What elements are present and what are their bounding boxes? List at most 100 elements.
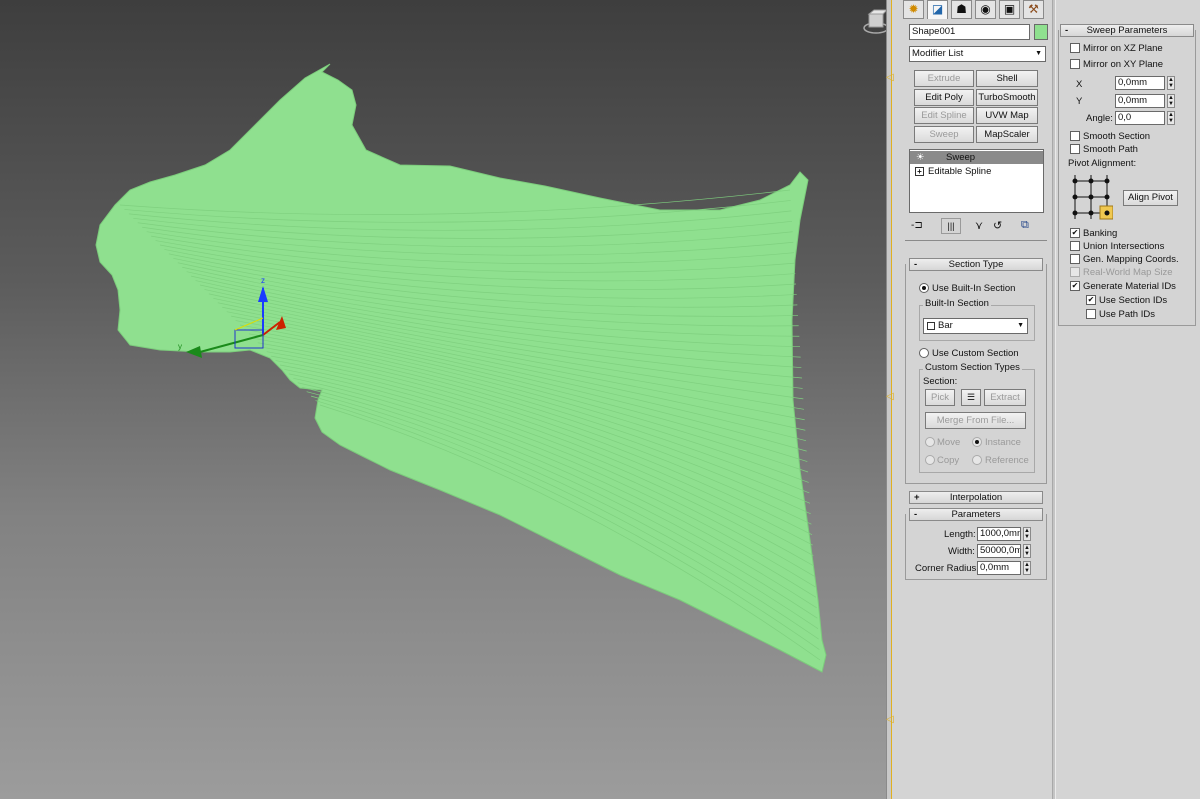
x-offset-field[interactable]: 0,0mm <box>1115 76 1165 90</box>
create-tab[interactable]: ✹ <box>903 0 924 19</box>
extrude-button[interactable]: Extrude <box>914 70 974 87</box>
object-name-field[interactable]: Shape001 <box>909 24 1030 40</box>
y-offset-spinner[interactable]: ▲ ▼ <box>1167 94 1175 108</box>
lightbulb-icon[interactable]: ☀ <box>916 151 925 164</box>
banking-label: Banking <box>1083 228 1118 239</box>
modifier-list-label: Modifier List <box>912 48 964 59</box>
angle-label: Angle: <box>1086 113 1113 124</box>
angle-field[interactable]: 0,0 <box>1115 111 1165 125</box>
modify-tab[interactable]: ◪ <box>927 0 948 19</box>
viewport-canvas[interactable]: z y <box>0 0 886 799</box>
motion-icon: ◉ <box>980 2 991 16</box>
range-marker-mid-icon[interactable]: ◁ <box>886 391 894 402</box>
hierarchy-tab[interactable]: ☗ <box>951 0 972 19</box>
instance-label: Instance <box>985 437 1021 448</box>
merge-from-file-button[interactable]: Merge From File... <box>925 412 1026 429</box>
divider <box>905 240 1047 241</box>
sweep-button[interactable]: Sweep <box>914 126 974 143</box>
align-pivot-button[interactable]: Align Pivot <box>1123 190 1178 206</box>
corner-radius-label: Corner Radius: <box>915 563 979 574</box>
generate-material-ids-label: Generate Material IDs <box>1083 281 1176 292</box>
interpolation-title: Interpolation <box>949 492 1003 503</box>
pivot-alignment-grid[interactable] <box>1069 173 1114 221</box>
union-intersections-checkbox[interactable] <box>1070 241 1080 251</box>
builtin-section-group-title: Built-In Section <box>923 298 991 309</box>
modify-icon: ◪ <box>931 2 944 16</box>
pick-shape-icon[interactable]: ☰ <box>961 389 981 406</box>
stack-item-editable-spline[interactable]: + Editable Spline <box>910 165 1043 178</box>
pivot-alignment-label: Pivot Alignment: <box>1068 158 1137 169</box>
mirror-xy-label: Mirror on XY Plane <box>1083 59 1164 70</box>
move-radio[interactable] <box>925 437 935 447</box>
shell-button[interactable]: Shell <box>976 70 1038 87</box>
width-field[interactable]: 50000,0mm <box>977 544 1021 558</box>
chevron-down-icon: ▼ <box>1035 50 1042 57</box>
copy-radio[interactable] <box>925 455 935 465</box>
viewport[interactable]: z y <box>0 0 886 799</box>
mirror-xy-checkbox[interactable] <box>1070 59 1080 69</box>
sweep-mesh[interactable] <box>95 63 827 673</box>
smooth-path-checkbox[interactable] <box>1070 144 1080 154</box>
x-offset-spinner[interactable]: ▲ ▼ <box>1167 76 1175 90</box>
modifier-list-dropdown[interactable]: Modifier List ▼ <box>909 46 1046 62</box>
stack-item-sweep[interactable]: ☀ Sweep <box>910 151 1043 164</box>
use-section-ids-checkbox[interactable]: ✔ <box>1086 295 1096 305</box>
builtin-section-dropdown[interactable]: Bar ▼ <box>923 318 1028 334</box>
corner-radius-field[interactable]: 0,0mm <box>977 561 1021 575</box>
corner-radius-spinner[interactable]: ▲ ▼ <box>1023 561 1031 575</box>
smooth-section-checkbox[interactable] <box>1070 131 1080 141</box>
custom-section-types-title: Custom Section Types <box>923 362 1022 373</box>
display-tab[interactable]: ▣ <box>999 0 1020 19</box>
utilities-tab[interactable]: ⚒ <box>1023 0 1044 19</box>
extract-button[interactable]: Extract <box>984 389 1026 406</box>
show-end-result-icon[interactable]: ||| <box>941 218 961 234</box>
configure-modifier-sets-icon[interactable]: ⧉ <box>1021 219 1029 232</box>
generate-material-ids-checkbox[interactable]: ✔ <box>1070 281 1080 291</box>
angle-spinner[interactable]: ▲ ▼ <box>1167 111 1175 125</box>
real-world-map-size-checkbox[interactable] <box>1070 267 1080 277</box>
use-path-ids-label: Use Path IDs <box>1099 309 1155 320</box>
hierarchy-icon: ☗ <box>956 2 967 16</box>
make-unique-icon[interactable]: ⋎ <box>975 219 983 232</box>
range-marker-bottom-icon[interactable]: ◁ <box>886 714 894 725</box>
union-intersections-label: Union Intersections <box>1083 241 1165 252</box>
use-section-ids-label: Use Section IDs <box>1099 295 1168 306</box>
interpolation-rollout-header[interactable]: + Interpolation <box>909 491 1043 504</box>
mapscaler-button[interactable]: MapScaler <box>976 126 1038 143</box>
use-custom-section-label: Use Custom Section <box>932 348 1019 359</box>
stack-item-sweep-label: Sweep <box>946 152 976 163</box>
length-spinner[interactable]: ▲ ▼ <box>1023 527 1031 541</box>
edit-spline-button[interactable]: Edit Spline <box>914 107 974 124</box>
expand-icon[interactable]: + <box>915 167 924 176</box>
range-marker-top-icon[interactable]: ◁ <box>886 72 894 83</box>
gen-mapping-coords-checkbox[interactable] <box>1070 254 1080 264</box>
use-custom-section-radio[interactable] <box>919 348 929 358</box>
display-icon: ▣ <box>1003 2 1016 16</box>
length-field[interactable]: 1000,0mm <box>977 527 1021 541</box>
mirror-xz-checkbox[interactable] <box>1070 43 1080 53</box>
chevron-down-icon: ▼ <box>1017 322 1024 329</box>
y-offset-field[interactable]: 0,0mm <box>1115 94 1165 108</box>
use-builtin-section-label: Use Built-In Section <box>932 283 1016 294</box>
use-builtin-section-radio[interactable] <box>919 283 929 293</box>
uvw-map-button[interactable]: UVW Map <box>976 107 1038 124</box>
modifier-stack[interactable]: ☀ Sweep + Editable Spline <box>909 149 1044 213</box>
section-label: Section: <box>923 376 958 387</box>
motion-tab[interactable]: ◉ <box>975 0 996 19</box>
pick-button[interactable]: Pick <box>925 389 955 406</box>
banking-checkbox[interactable]: ✔ <box>1070 228 1080 238</box>
instance-radio[interactable] <box>972 437 982 447</box>
width-spinner[interactable]: ▲ ▼ <box>1023 544 1031 558</box>
smooth-path-label: Smooth Path <box>1083 144 1138 155</box>
object-color-swatch[interactable] <box>1034 24 1048 40</box>
edit-poly-button[interactable]: Edit Poly <box>914 89 974 106</box>
turbosmooth-button[interactable]: TurboSmooth <box>976 89 1038 106</box>
reference-radio[interactable] <box>972 455 982 465</box>
remove-modifier-icon[interactable]: ↺ <box>993 219 1002 232</box>
use-path-ids-checkbox[interactable] <box>1086 309 1096 319</box>
pin-stack-icon[interactable]: -⊐ <box>911 220 923 231</box>
axis-z-label: z <box>261 276 265 285</box>
viewcube-icon[interactable] <box>863 9 886 34</box>
builtin-section-value: Bar <box>938 320 953 331</box>
utilities-icon: ⚒ <box>1028 2 1039 16</box>
